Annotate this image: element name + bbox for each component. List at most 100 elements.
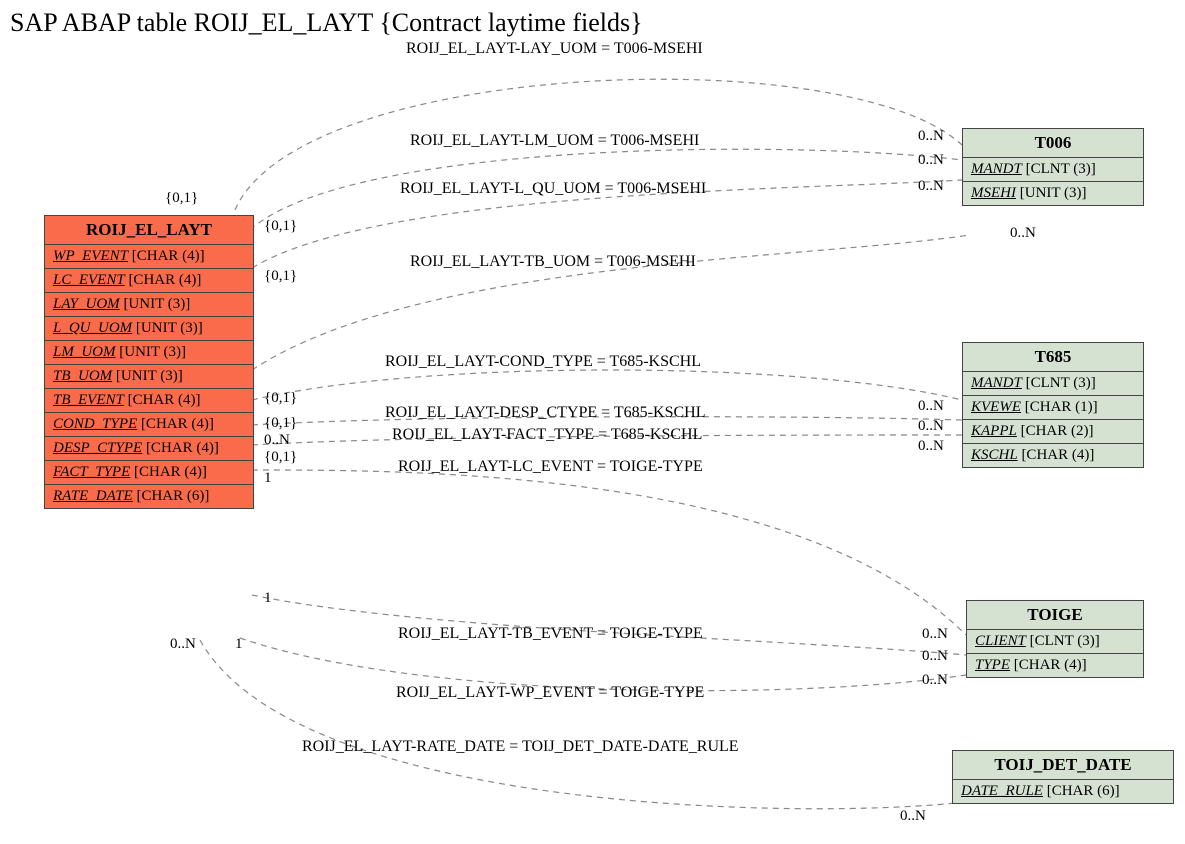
field-name: RATE_DATE xyxy=(53,488,133,504)
field-row: LC_EVENT [CHAR (4)] xyxy=(45,269,253,293)
field-name: MANDT xyxy=(971,375,1022,391)
field-type: [CHAR (4)] xyxy=(1014,657,1087,673)
field-row: TYPE [CHAR (4)] xyxy=(967,654,1143,677)
field-name: WP_EVENT xyxy=(53,248,128,264)
field-name: TB_EVENT xyxy=(53,392,124,408)
field-name: TYPE xyxy=(975,657,1010,673)
entity-toige: TOIGE CLIENT [CLNT (3)] TYPE [CHAR (4)] xyxy=(966,600,1144,678)
entity-header: TOIJ_DET_DATE xyxy=(953,751,1173,780)
relation-label: ROIJ_EL_LAYT-FACT_TYPE = T685-KSCHL xyxy=(392,426,702,444)
cardinality: 0..N xyxy=(918,418,944,435)
field-type: [CHAR (4)] xyxy=(141,416,214,432)
relation-label: ROIJ_EL_LAYT-LAY_UOM = T006-MSEHI xyxy=(406,40,703,58)
cardinality: {0,1} xyxy=(165,190,198,207)
field-name: DESP_CTYPE xyxy=(53,440,142,456)
entity-header: T685 xyxy=(963,343,1143,372)
cardinality: {0,1} xyxy=(264,390,297,407)
relation-label: ROIJ_EL_LAYT-TB_UOM = T006-MSEHI xyxy=(410,253,696,271)
field-type: [CLNT (3)] xyxy=(1026,161,1096,177)
cardinality: 1 xyxy=(235,636,243,653)
field-name: LC_EVENT xyxy=(53,272,125,288)
cardinality: 0..N xyxy=(918,398,944,415)
field-type: [CHAR (4)] xyxy=(128,272,201,288)
field-row: MANDT [CLNT (3)] xyxy=(963,158,1143,182)
field-type: [CLNT (3)] xyxy=(1030,633,1100,649)
field-name: KAPPL xyxy=(971,423,1017,439)
field-type: [CHAR (2)] xyxy=(1021,423,1094,439)
field-type: [CHAR (4)] xyxy=(1021,447,1094,463)
relation-label: ROIJ_EL_LAYT-DESP_CTYPE = T685-KSCHL xyxy=(385,404,705,422)
field-type: [CHAR (1)] xyxy=(1025,399,1098,415)
field-type: [CHAR (4)] xyxy=(146,440,219,456)
entity-header: ROIJ_EL_LAYT xyxy=(45,216,253,245)
field-row: KVEWE [CHAR (1)] xyxy=(963,396,1143,420)
field-name: LM_UOM xyxy=(53,344,116,360)
field-type: [CHAR (4)] xyxy=(132,248,205,264)
field-name: KSCHL xyxy=(971,447,1018,463)
field-row: KSCHL [CHAR (4)] xyxy=(963,444,1143,467)
field-row: KAPPL [CHAR (2)] xyxy=(963,420,1143,444)
cardinality: 0..N xyxy=(918,178,944,195)
field-name: LAY_UOM xyxy=(53,296,120,312)
field-row: LAY_UOM [UNIT (3)] xyxy=(45,293,253,317)
field-type: [UNIT (3)] xyxy=(136,320,203,336)
field-name: FACT_TYPE xyxy=(53,464,130,480)
field-name: KVEWE xyxy=(971,399,1021,415)
cardinality: 0..N xyxy=(918,152,944,169)
entity-roij-el-layt: ROIJ_EL_LAYT WP_EVENT [CHAR (4)] LC_EVEN… xyxy=(44,215,254,509)
field-row: L_QU_UOM [UNIT (3)] xyxy=(45,317,253,341)
page-title: SAP ABAP table ROIJ_EL_LAYT {Contract la… xyxy=(10,8,643,38)
field-type: [UNIT (3)] xyxy=(119,344,186,360)
cardinality: 0..N xyxy=(918,438,944,455)
field-name: MSEHI xyxy=(971,185,1016,201)
cardinality: 0..N xyxy=(922,626,948,643)
cardinality: 0..N xyxy=(264,432,290,449)
field-name: DATE_RULE xyxy=(961,783,1043,799)
relation-label: ROIJ_EL_LAYT-TB_EVENT = TOIGE-TYPE xyxy=(398,625,703,643)
cardinality: {0,1} xyxy=(264,415,297,432)
field-type: [CHAR (6)] xyxy=(1047,783,1120,799)
cardinality: 0..N xyxy=(922,648,948,665)
relation-label: ROIJ_EL_LAYT-WP_EVENT = TOIGE-TYPE xyxy=(396,684,704,702)
field-type: [CHAR (4)] xyxy=(134,464,207,480)
field-row: TB_UOM [UNIT (3)] xyxy=(45,365,253,389)
relation-label: ROIJ_EL_LAYT-COND_TYPE = T685-KSCHL xyxy=(385,353,701,371)
field-type: [UNIT (3)] xyxy=(123,296,190,312)
field-type: [CHAR (6)] xyxy=(136,488,209,504)
relation-label: ROIJ_EL_LAYT-LC_EVENT = TOIGE-TYPE xyxy=(398,458,703,476)
entity-header: T006 xyxy=(963,129,1143,158)
cardinality: 0..N xyxy=(922,672,948,689)
field-row: MSEHI [UNIT (3)] xyxy=(963,182,1143,205)
cardinality: {0,1} xyxy=(264,218,297,235)
relation-label: ROIJ_EL_LAYT-RATE_DATE = TOIJ_DET_DATE-D… xyxy=(302,738,739,756)
field-row: COND_TYPE [CHAR (4)] xyxy=(45,413,253,437)
field-row: TB_EVENT [CHAR (4)] xyxy=(45,389,253,413)
relation-label: ROIJ_EL_LAYT-L_QU_UOM = T006-MSEHI xyxy=(400,180,706,198)
field-name: COND_TYPE xyxy=(53,416,137,432)
field-type: [UNIT (3)] xyxy=(1020,185,1087,201)
cardinality: 0..N xyxy=(170,636,196,653)
entity-header: TOIGE xyxy=(967,601,1143,630)
field-type: [CHAR (4)] xyxy=(128,392,201,408)
relation-label: ROIJ_EL_LAYT-LM_UOM = T006-MSEHI xyxy=(410,132,699,150)
field-name: CLIENT xyxy=(975,633,1026,649)
field-row: FACT_TYPE [CHAR (4)] xyxy=(45,461,253,485)
cardinality: 1 xyxy=(264,590,272,607)
cardinality: 0..N xyxy=(918,128,944,145)
field-row: RATE_DATE [CHAR (6)] xyxy=(45,485,253,508)
field-row: DESP_CTYPE [CHAR (4)] xyxy=(45,437,253,461)
field-row: DATE_RULE [CHAR (6)] xyxy=(953,780,1173,803)
field-row: CLIENT [CLNT (3)] xyxy=(967,630,1143,654)
field-type: [UNIT (3)] xyxy=(116,368,183,384)
cardinality: 1 xyxy=(264,470,272,487)
entity-t006: T006 MANDT [CLNT (3)] MSEHI [UNIT (3)] xyxy=(962,128,1144,206)
field-name: L_QU_UOM xyxy=(53,320,132,336)
field-row: LM_UOM [UNIT (3)] xyxy=(45,341,253,365)
cardinality: 0..N xyxy=(1010,225,1036,242)
entity-toij-det-date: TOIJ_DET_DATE DATE_RULE [CHAR (6)] xyxy=(952,750,1174,804)
field-type: [CLNT (3)] xyxy=(1026,375,1096,391)
cardinality: {0,1} xyxy=(264,268,297,285)
field-row: MANDT [CLNT (3)] xyxy=(963,372,1143,396)
field-row: WP_EVENT [CHAR (4)] xyxy=(45,245,253,269)
field-name: TB_UOM xyxy=(53,368,112,384)
